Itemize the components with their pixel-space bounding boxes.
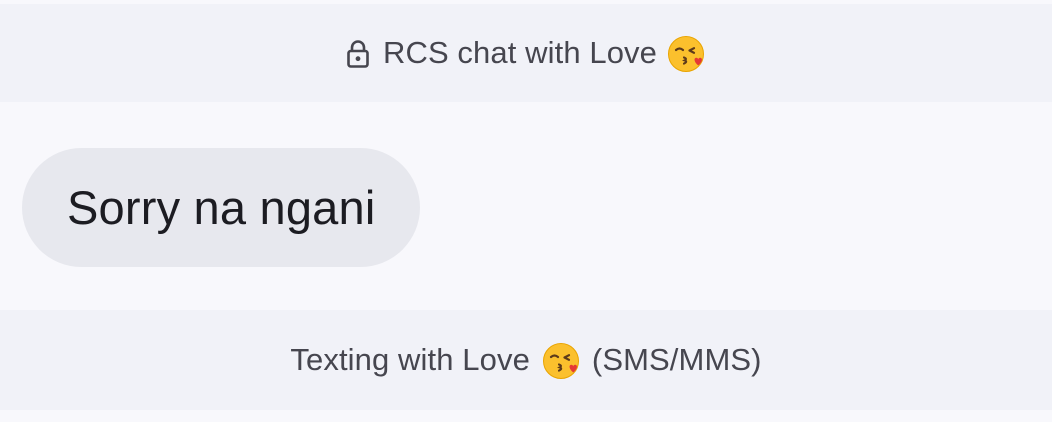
sms-texting-banner-text: Texting with Love bbox=[290, 342, 530, 377]
sms-texting-banner: Texting with Love (SMS/MMS) bbox=[0, 310, 1052, 410]
bottom-edge bbox=[0, 410, 1052, 422]
kissing-face-emoji-icon bbox=[667, 35, 705, 73]
rcs-chat-banner: RCS chat with Love bbox=[0, 4, 1052, 102]
conversation-screen: RCS chat with Love Sorry na ngani Textin… bbox=[0, 0, 1052, 422]
incoming-message-bubble[interactable]: Sorry na ngani bbox=[22, 148, 421, 267]
sms-mms-label: (SMS/MMS) bbox=[591, 342, 762, 377]
kissing-face-emoji-icon bbox=[542, 342, 580, 380]
rcs-chat-banner-text: RCS chat with Love bbox=[382, 35, 658, 70]
lock-icon bbox=[347, 40, 369, 68]
message-text: Sorry na ngani bbox=[67, 181, 376, 234]
